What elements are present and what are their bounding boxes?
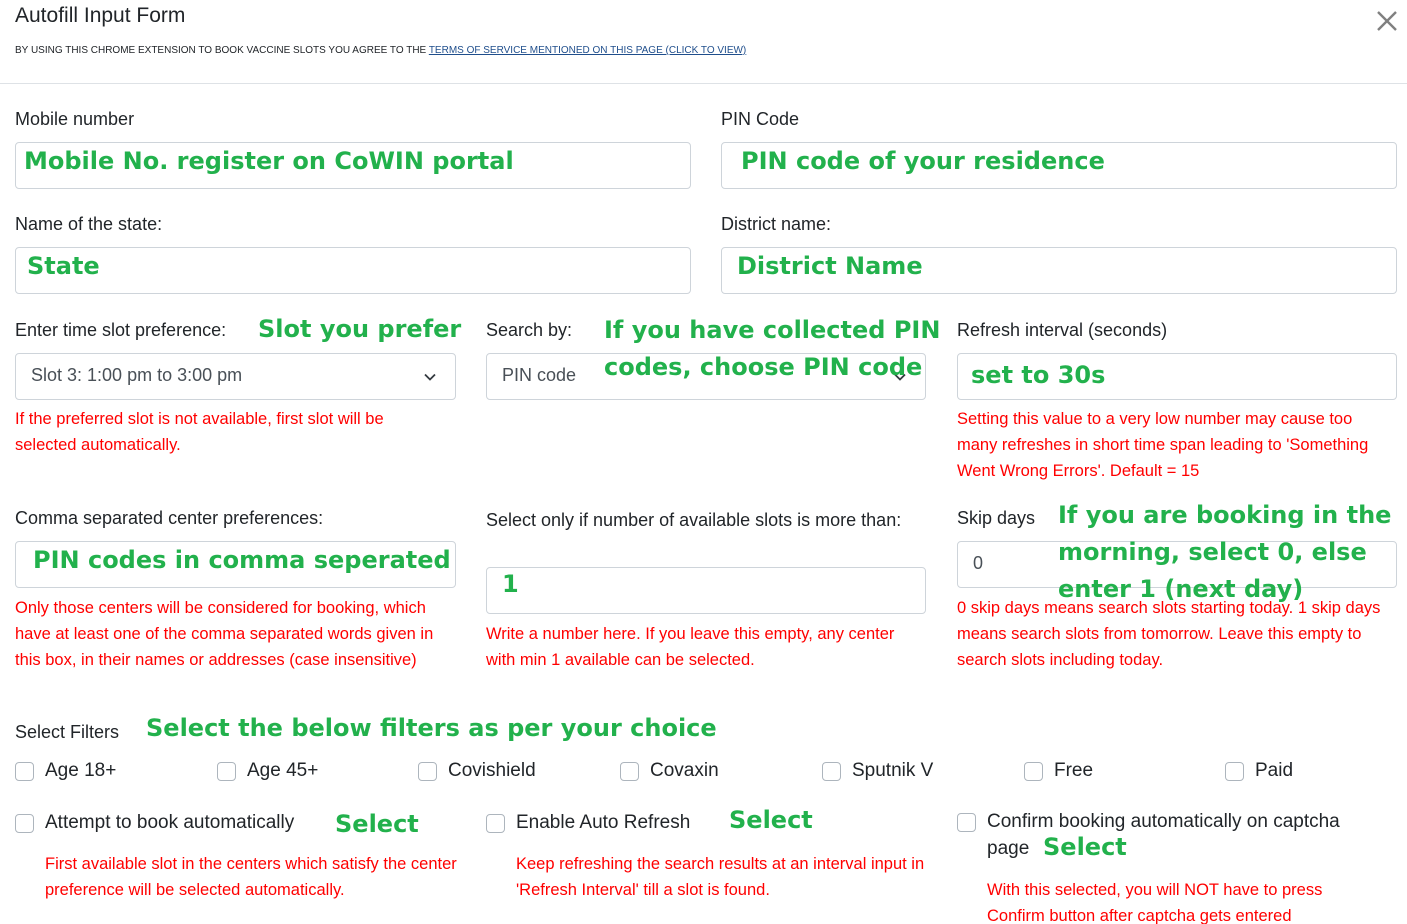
terms-notice: BY USING THIS CHROME EXTENSION TO BOOK V… — [15, 45, 746, 56]
auto-book-option[interactable]: Attempt to book automatically — [15, 812, 294, 834]
filter-covaxin[interactable]: Covaxin — [620, 760, 719, 782]
min-slots-value: 1 — [502, 570, 519, 598]
slot-annotation: Slot you prefer — [258, 315, 462, 343]
search-by-annotation-2: codes, choose PIN code — [604, 353, 923, 381]
slot-label: Enter time slot preference: — [15, 320, 227, 340]
slot-select[interactable]: Slot 3: 1:00 pm to 3:00 pm — [15, 353, 456, 400]
modal-title: Autofill Input Form — [15, 4, 186, 27]
terms-link[interactable]: TERMS OF SERVICE MENTIONED ON THIS PAGE … — [429, 45, 746, 56]
skip-days-annotation-2: morning, select 0, else — [1058, 538, 1367, 566]
auto-refresh-help: Keep refreshing the search results at an… — [516, 855, 925, 899]
center-prefs-label: Comma separated center preferences: — [15, 508, 324, 528]
checkbox[interactable] — [418, 761, 437, 781]
filter-label: Sputnik V — [852, 760, 934, 781]
auto-refresh-option[interactable]: Enable Auto Refresh — [486, 812, 690, 834]
checkbox[interactable] — [1225, 761, 1244, 781]
auto-refresh-label: Enable Auto Refresh — [516, 812, 691, 833]
close-icon — [1377, 11, 1397, 31]
auto-confirm-label-2: page — [987, 838, 1030, 859]
filter-covishield[interactable]: Covishield — [418, 760, 536, 782]
modal-header: Autofill Input Form BY USING THIS CHROME… — [0, 0, 1407, 84]
filter-paid[interactable]: Paid — [1225, 760, 1293, 782]
min-slots-input[interactable]: 1 — [486, 567, 926, 614]
mobile-input[interactable]: Mobile No. register on CoWIN portal — [15, 142, 691, 189]
auto-confirm-help: With this selected, you will NOT have to… — [987, 881, 1323, 924]
auto-confirm-label-1: Confirm booking automatically on captcha — [987, 811, 1340, 832]
district-label: District name: — [721, 214, 832, 234]
checkbox[interactable] — [822, 761, 841, 781]
pin-input[interactable]: PIN code of your residence — [721, 142, 1397, 189]
center-prefs-value: PIN codes in comma seperated — [33, 546, 451, 574]
search-by-selected: PIN code — [502, 365, 577, 385]
auto-confirm-checkbox[interactable] — [957, 812, 976, 832]
skip-days-help: 0 skip days means search slots starting … — [957, 599, 1381, 669]
pin-label: PIN Code — [721, 109, 800, 129]
min-slots-help: Write a number here. If you leave this e… — [486, 625, 895, 669]
refresh-interval-input[interactable]: set to 30s — [957, 353, 1397, 400]
slot-selected: Slot 3: 1:00 pm to 3:00 pm — [31, 365, 243, 385]
checkbox[interactable] — [15, 761, 34, 781]
slot-help: If the preferred slot is not available, … — [15, 410, 384, 454]
refresh-interval-help: Setting this value to a very low number … — [957, 410, 1369, 480]
pin-value: PIN code of your residence — [741, 147, 1105, 175]
auto-book-help: First available slot in the centers whic… — [45, 855, 457, 899]
state-label: Name of the state: — [15, 214, 163, 234]
skip-days-annotation-3: enter 1 (next day) — [1058, 575, 1304, 603]
skip-days-label: Skip days — [957, 508, 1036, 528]
auto-refresh-annotation: Select — [729, 806, 813, 834]
filter-label: Covaxin — [650, 760, 719, 781]
filter-label: Free — [1054, 760, 1094, 781]
auto-book-checkbox[interactable] — [15, 813, 34, 833]
state-value: State — [27, 252, 100, 280]
filter-label: Paid — [1255, 760, 1294, 781]
refresh-interval-value: set to 30s — [971, 361, 1106, 389]
checkbox[interactable] — [217, 761, 236, 781]
filter-label: Age 45+ — [247, 760, 319, 781]
district-input[interactable]: District Name — [721, 247, 1397, 294]
filter-free[interactable]: Free — [1024, 760, 1093, 782]
filter-label: Age 18+ — [45, 760, 117, 781]
center-prefs-input[interactable]: PIN codes in comma seperated — [15, 541, 456, 588]
close-button[interactable] — [1374, 8, 1400, 34]
search-by-annotation-1: If you have collected PIN — [604, 316, 941, 344]
refresh-interval-label: Refresh interval (seconds) — [957, 320, 1168, 340]
filter-sputnik-v[interactable]: Sputnik V — [822, 760, 933, 782]
state-input[interactable]: State — [15, 247, 691, 294]
auto-confirm-option[interactable]: Confirm booking automatically on captcha — [957, 811, 1340, 833]
filter-age-18[interactable]: Age 18+ — [15, 760, 116, 782]
auto-confirm-annotation: Select — [1043, 833, 1127, 861]
auto-book-label: Attempt to book automatically — [45, 812, 295, 833]
mobile-value: Mobile No. register on CoWIN portal — [24, 147, 514, 175]
filters-annotation: Select the below filters as per your cho… — [146, 714, 717, 742]
mobile-label: Mobile number — [15, 109, 135, 129]
min-slots-label: Select only if number of available slots… — [486, 510, 902, 530]
checkbox[interactable] — [620, 761, 639, 781]
filter-age-45[interactable]: Age 45+ — [217, 760, 318, 782]
auto-book-annotation: Select — [335, 810, 419, 838]
checkbox[interactable] — [1024, 761, 1043, 781]
search-by-label: Search by: — [486, 320, 573, 340]
auto-refresh-checkbox[interactable] — [486, 813, 505, 833]
filters-label: Select Filters — [15, 722, 120, 742]
district-value: District Name — [737, 252, 923, 280]
skip-days-annotation-1: If you are booking in the — [1058, 501, 1392, 529]
filter-label: Covishield — [448, 760, 536, 781]
terms-prefix: BY USING THIS CHROME EXTENSION TO BOOK V… — [15, 45, 429, 56]
skip-days-value: 0 — [973, 553, 984, 573]
chevron-down-icon — [424, 373, 436, 381]
center-prefs-help: Only those centers will be considered fo… — [15, 599, 434, 669]
